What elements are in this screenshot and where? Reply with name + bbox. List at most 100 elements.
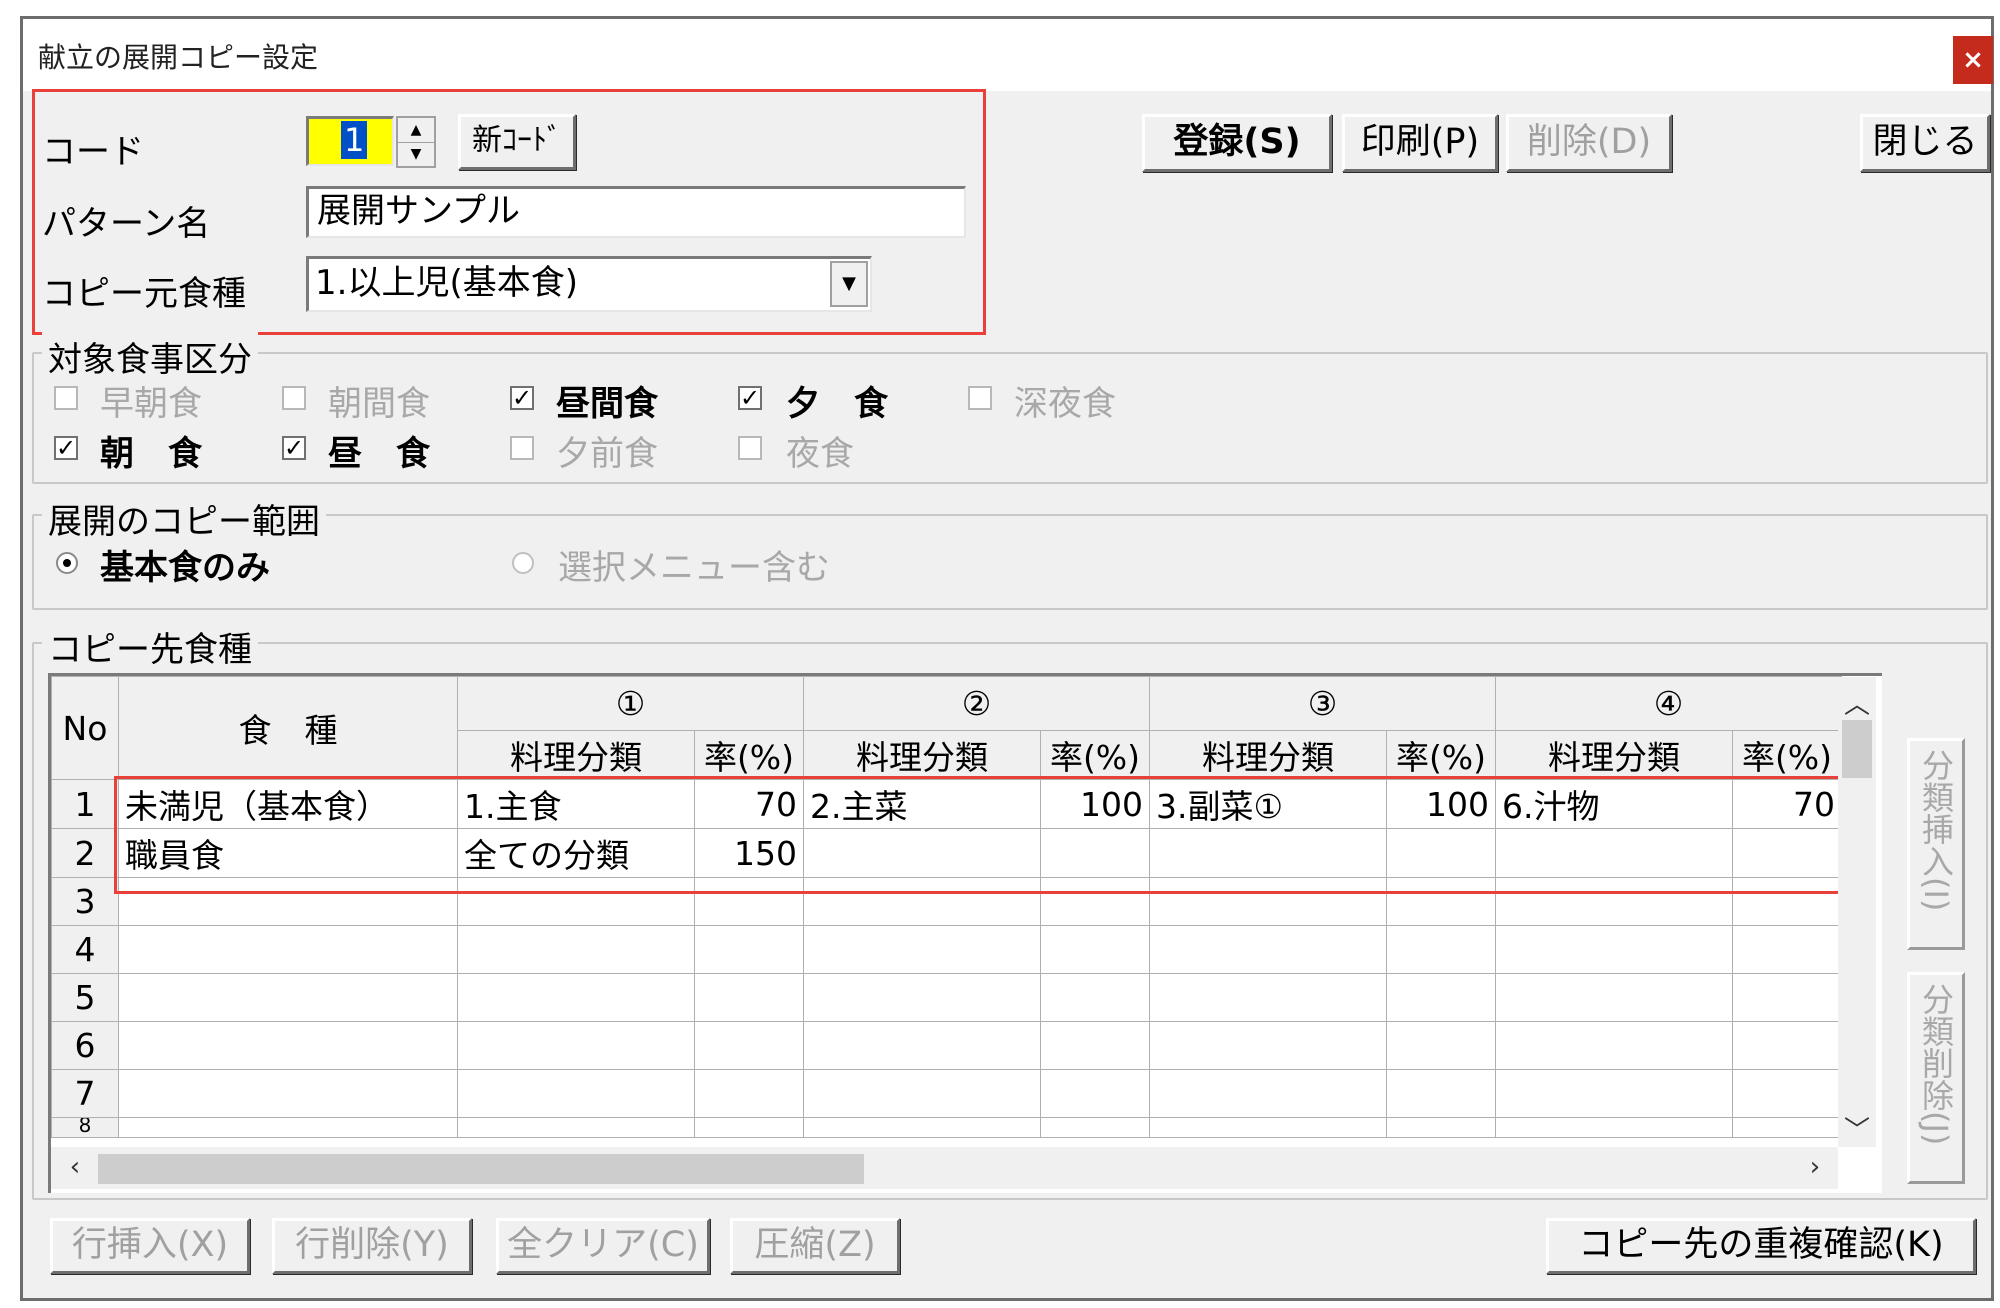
rate-cell[interactable] <box>1386 1117 1496 1138</box>
scroll-left-icon[interactable]: ‹ <box>60 1152 90 1182</box>
afternoon-snack-checkbox[interactable]: ✓ <box>510 386 534 410</box>
category-cell[interactable] <box>1149 1021 1387 1070</box>
category-cell[interactable] <box>1495 925 1733 974</box>
pre-dinner-checkbox[interactable] <box>510 436 534 460</box>
code-input[interactable]: 1 <box>306 116 394 166</box>
destination-grid: No 食 種 ① ② ③ ④ 料理分類 率(%) 料理分類 率(%) 料理分類 … <box>51 676 1842 1138</box>
delete-button[interactable]: 削除(D) <box>1506 114 1672 172</box>
col-header-rate: 率(%) <box>1732 730 1842 780</box>
category-cell[interactable] <box>803 973 1041 1022</box>
print-button[interactable]: 印刷(P) <box>1342 114 1498 172</box>
spin-down-icon[interactable]: ▼ <box>398 143 434 166</box>
night-meal-checkbox[interactable] <box>738 436 762 460</box>
register-button[interactable]: 登録(S) <box>1142 114 1332 172</box>
table-row[interactable]: 5 <box>51 973 1842 1022</box>
rate-cell[interactable] <box>1732 973 1842 1022</box>
category-cell[interactable] <box>803 1069 1041 1118</box>
rate-cell[interactable] <box>1386 1021 1496 1070</box>
grid-vertical-scroll-thumb[interactable] <box>1842 720 1872 778</box>
scroll-down-icon[interactable]: ﹀ <box>1838 1110 1876 1147</box>
row-insert-button[interactable]: 行挿入(X) <box>50 1218 250 1274</box>
rate-cell[interactable] <box>1040 1021 1150 1070</box>
dropdown-arrow-icon[interactable]: ▼ <box>830 261 868 307</box>
col-header-group-4: ④ <box>1495 676 1842 731</box>
clear-all-button[interactable]: 全クリア(C) <box>496 1218 710 1274</box>
scroll-up-icon[interactable]: ︿ <box>1838 684 1876 721</box>
col-header-category: 料理分類 <box>803 730 1041 780</box>
early-breakfast-checkbox[interactable] <box>54 386 78 410</box>
row-number: 8 <box>51 1117 119 1138</box>
morning-snack-checkbox[interactable] <box>282 386 306 410</box>
category-cell[interactable] <box>457 1117 695 1138</box>
category-cell[interactable] <box>1149 925 1387 974</box>
rate-cell[interactable] <box>1386 1069 1496 1118</box>
pattern-name-input[interactable]: 展開サンプル <box>306 186 966 238</box>
food-type-cell[interactable] <box>118 1069 458 1118</box>
late-night-label: 深夜食 <box>1014 384 1116 424</box>
row-number: 5 <box>51 973 119 1022</box>
category-cell[interactable] <box>1495 1117 1733 1138</box>
food-type-cell[interactable] <box>118 973 458 1022</box>
row-number: 3 <box>51 877 119 926</box>
rate-cell[interactable] <box>1732 1117 1842 1138</box>
category-cell[interactable] <box>803 1021 1041 1070</box>
rate-cell[interactable] <box>1386 973 1496 1022</box>
category-cell[interactable] <box>803 925 1041 974</box>
rate-cell[interactable] <box>694 925 804 974</box>
close-button[interactable]: 閉じる <box>1860 114 1990 172</box>
table-row[interactable]: 6 <box>51 1021 1842 1070</box>
close-window-button[interactable]: × <box>1953 36 1993 84</box>
include-select-menu-radio[interactable] <box>512 552 534 574</box>
col-header-group-3: ③ <box>1149 676 1496 731</box>
rate-cell[interactable] <box>694 1069 804 1118</box>
scroll-right-icon[interactable]: › <box>1800 1152 1830 1182</box>
code-spinner[interactable]: ▲ ▼ <box>396 116 436 168</box>
rate-cell[interactable] <box>1040 973 1150 1022</box>
table-row[interactable]: 8 <box>51 1117 1842 1138</box>
category-cell[interactable] <box>1495 1021 1733 1070</box>
row-number: 7 <box>51 1069 119 1118</box>
rate-cell[interactable] <box>1040 925 1150 974</box>
rate-cell[interactable] <box>694 1021 804 1070</box>
pre-dinner-label: 夕前食 <box>556 434 658 474</box>
category-cell[interactable] <box>1149 1117 1387 1138</box>
category-cell[interactable] <box>803 1117 1041 1138</box>
food-type-cell[interactable] <box>118 925 458 974</box>
rate-cell[interactable] <box>694 1117 804 1138</box>
table-row[interactable]: 4 <box>51 925 1842 974</box>
delete-category-button[interactable]: 分類削除(J) <box>1907 972 1965 1184</box>
copy-range-title: 展開のコピー範囲 <box>42 494 326 543</box>
source-food-type-select[interactable]: 1.以上児(基本食) ▼ <box>306 256 872 312</box>
morning-snack-label: 朝間食 <box>328 384 430 424</box>
table-row[interactable]: 7 <box>51 1069 1842 1118</box>
category-cell[interactable] <box>1495 973 1733 1022</box>
category-cell[interactable] <box>457 1021 695 1070</box>
category-cell[interactable] <box>1149 1069 1387 1118</box>
new-code-button[interactable]: 新ｺｰﾄﾞ <box>458 114 576 170</box>
check-duplicates-button[interactable]: コピー先の重複確認(K) <box>1546 1218 1976 1274</box>
category-cell[interactable] <box>457 1069 695 1118</box>
category-cell[interactable] <box>457 925 695 974</box>
breakfast-checkbox[interactable]: ✓ <box>54 436 78 460</box>
rate-cell[interactable] <box>694 973 804 1022</box>
food-type-cell[interactable] <box>118 1117 458 1138</box>
category-cell[interactable] <box>457 973 695 1022</box>
late-night-checkbox[interactable] <box>968 386 992 410</box>
compress-button[interactable]: 圧縮(Z) <box>730 1218 900 1274</box>
food-type-cell[interactable] <box>118 1021 458 1070</box>
rate-cell[interactable] <box>1732 1021 1842 1070</box>
rate-cell[interactable] <box>1386 925 1496 974</box>
rate-cell[interactable] <box>1040 1117 1150 1138</box>
row-delete-button[interactable]: 行削除(Y) <box>272 1218 472 1274</box>
rate-cell[interactable] <box>1732 925 1842 974</box>
spin-up-icon[interactable]: ▲ <box>398 118 434 143</box>
grid-horizontal-scroll-thumb[interactable] <box>98 1154 864 1184</box>
basic-only-radio[interactable] <box>56 552 78 574</box>
lunch-checkbox[interactable]: ✓ <box>282 436 306 460</box>
insert-category-button[interactable]: 分類挿入(I) <box>1907 738 1965 950</box>
category-cell[interactable] <box>1149 973 1387 1022</box>
category-cell[interactable] <box>1495 1069 1733 1118</box>
rate-cell[interactable] <box>1732 1069 1842 1118</box>
dinner-checkbox[interactable]: ✓ <box>738 386 762 410</box>
rate-cell[interactable] <box>1040 1069 1150 1118</box>
